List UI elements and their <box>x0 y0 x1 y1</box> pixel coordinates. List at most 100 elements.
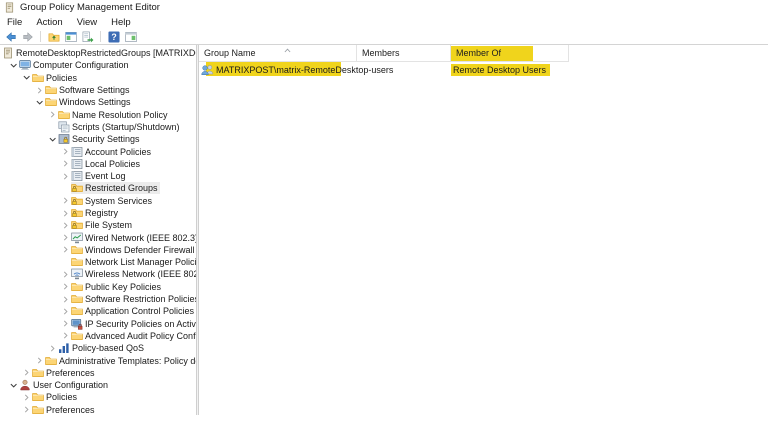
tree-item-preferences[interactable]: Preferences <box>0 367 196 379</box>
menu-help[interactable]: Help <box>104 17 138 28</box>
tree-item-name-resolution-policy[interactable]: Name Resolution Policy <box>0 108 196 120</box>
tree-item-computer-configuration[interactable]: Computer Configuration <box>0 59 196 71</box>
export-list-button[interactable] <box>80 30 95 44</box>
chevron-right-icon[interactable] <box>21 368 32 378</box>
ledger-icon <box>71 146 83 158</box>
chevron-right-icon[interactable] <box>60 147 71 157</box>
folder-lock-icon <box>71 195 83 207</box>
tree-item-label: Windows Settings <box>59 97 131 108</box>
tree-item-file-system[interactable]: File System <box>0 219 196 231</box>
chevron-right-icon[interactable] <box>60 269 71 279</box>
chevron-right-icon[interactable] <box>60 306 71 316</box>
tree-item-restricted-groups-selected[interactable]: Restricted Groups <box>0 182 196 195</box>
tree-item-label: Network List Manager Policies <box>85 257 196 268</box>
tree-item-label: File System <box>85 220 133 231</box>
tree-item-label: Policies <box>46 392 78 403</box>
folder-icon <box>71 293 83 305</box>
tree-item-public-key-policies[interactable]: Public Key Policies <box>0 281 196 293</box>
menu-action[interactable]: Action <box>29 17 69 28</box>
chevron-down-icon[interactable] <box>8 380 19 390</box>
title-bar: Group Policy Management Editor <box>0 0 768 15</box>
chevron-right-icon[interactable] <box>60 331 71 341</box>
show-console-tree-button[interactable] <box>63 30 78 44</box>
mmc-console-icon <box>4 2 15 13</box>
tree-item-remotedesktoprestrictedgroups-matrixdc-0[interactable]: RemoteDesktopRestrictedGroups [MATRIXDC-… <box>0 47 196 59</box>
show-action-pane-button[interactable] <box>123 30 138 44</box>
list-row-group[interactable]: MATRIXPOST\matrix-RemoteDesktop-users Re… <box>199 62 768 77</box>
tree-item-label: Registry <box>85 208 119 218</box>
tree-item-policy-based-qos[interactable]: Policy-based QoS <box>0 342 196 354</box>
chevron-right-icon[interactable] <box>60 196 71 206</box>
chevron-right-icon[interactable] <box>47 343 58 353</box>
folder-icon <box>32 367 44 379</box>
sort-ascending-icon <box>284 45 291 55</box>
chevron-down-icon[interactable] <box>21 73 32 83</box>
tree-item-application-control-policies[interactable]: Application Control Policies <box>0 305 196 317</box>
chevron-right-icon[interactable] <box>60 220 71 230</box>
back-button[interactable] <box>3 30 18 44</box>
column-header-members[interactable]: Members <box>357 45 451 62</box>
show-console-tree-icon <box>64 31 77 42</box>
tree-item-registry[interactable]: Registry <box>0 207 196 219</box>
chevron-down-icon[interactable] <box>8 60 19 70</box>
folder-icon <box>71 330 83 342</box>
tree-item-policies[interactable]: Policies <box>0 72 196 84</box>
chevron-right-icon[interactable] <box>21 392 32 402</box>
chevron-right-icon[interactable] <box>60 319 71 329</box>
chevron-right-icon[interactable] <box>47 110 58 120</box>
column-header-member-of[interactable]: Member Of <box>451 45 569 62</box>
tree-item-software-restriction-policies[interactable]: Software Restriction Policies <box>0 293 196 305</box>
up-one-level-icon <box>48 32 59 41</box>
help-button[interactable]: ? <box>106 30 121 44</box>
tree-item-administrative-templates-policy-definiti[interactable]: Administrative Templates: Policy definit… <box>0 354 196 366</box>
tree-item-software-settings[interactable]: Software Settings <box>0 84 196 96</box>
chevron-right-icon[interactable] <box>21 405 32 415</box>
chevron-right-icon[interactable] <box>60 159 71 169</box>
column-label: Members <box>362 48 400 58</box>
tree-item-advanced-audit-policy-configura[interactable]: Advanced Audit Policy Configura <box>0 330 196 342</box>
chevron-down-icon[interactable] <box>34 97 45 107</box>
member-of-value: Remote Desktop Users <box>451 63 551 76</box>
column-header-group-name[interactable]: Group Name <box>199 45 357 62</box>
tree-item-label: User Configuration <box>33 380 109 391</box>
folder-icon <box>32 391 44 403</box>
menu-view[interactable]: View <box>70 17 104 28</box>
tree-item-preferences[interactable]: Preferences <box>0 404 196 415</box>
tree-item-windows-settings[interactable]: Windows Settings <box>0 96 196 108</box>
tree-item-network-list-manager-policies[interactable]: Network List Manager Policies <box>0 256 196 268</box>
tree-item-user-configuration[interactable]: User Configuration <box>0 379 196 391</box>
tree-item-account-policies[interactable]: Account Policies <box>0 145 196 157</box>
menu-file[interactable]: File <box>0 17 29 28</box>
forward-button[interactable] <box>20 30 35 44</box>
tree-item-label: Preferences <box>46 367 95 378</box>
tree-item-wireless-network-ieee-802-11-po[interactable]: Wireless Network (IEEE 802.11) Po <box>0 268 196 280</box>
chevron-right-icon[interactable] <box>60 233 71 243</box>
group-users-icon <box>201 64 214 76</box>
chevron-down-icon[interactable] <box>47 134 58 144</box>
tree-item-local-policies[interactable]: Local Policies <box>0 158 196 170</box>
tree-item-ip-security-policies-on-active-dire[interactable]: IP Security Policies on Active Dire <box>0 318 196 330</box>
scripts-icon <box>58 121 70 133</box>
chevron-right-icon[interactable] <box>34 356 45 366</box>
tree-item-scripts-startup-shutdown[interactable]: Scripts (Startup/Shutdown) <box>0 121 196 133</box>
group-name-value: MATRIXPOST\matrix-RemoteDesktop-users <box>216 64 394 75</box>
chevron-right-icon[interactable] <box>60 245 71 255</box>
user-icon <box>19 379 31 391</box>
tree-item-policies[interactable]: Policies <box>0 391 196 403</box>
up-one-level-button[interactable] <box>46 30 61 44</box>
chevron-right-icon[interactable] <box>60 294 71 304</box>
chevron-right-icon[interactable] <box>34 85 45 95</box>
tree-item-label: Windows Defender Firewall with A <box>85 244 196 255</box>
security-book-icon <box>58 133 70 145</box>
tree-item-label: Security Settings <box>72 134 140 145</box>
chevron-right-icon[interactable] <box>60 282 71 292</box>
tree-item-security-settings[interactable]: Security Settings <box>0 133 196 145</box>
chevron-right-icon[interactable] <box>60 171 71 181</box>
tree-item-windows-defender-firewall-with-a[interactable]: Windows Defender Firewall with A <box>0 244 196 256</box>
tree-item-system-services[interactable]: System Services <box>0 195 196 207</box>
tree-item-event-log[interactable]: Event Log <box>0 170 196 182</box>
tree-item-wired-network-ieee-802-3-polici[interactable]: Wired Network (IEEE 802.3) Polici <box>0 231 196 243</box>
chevron-right-icon[interactable] <box>60 208 71 218</box>
show-action-pane-icon <box>124 31 137 42</box>
